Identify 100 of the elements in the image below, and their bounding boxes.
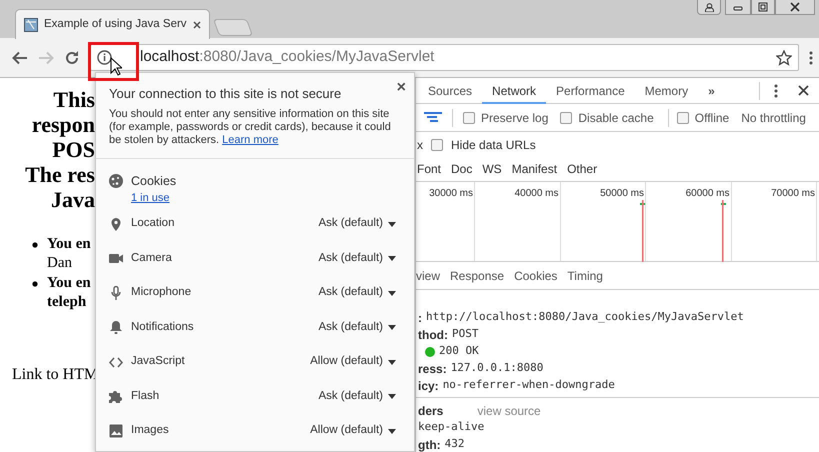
menu-icon[interactable] <box>809 50 813 64</box>
type-filter[interactable]: Other <box>567 160 598 178</box>
page-icon <box>24 18 38 32</box>
permission-dropdown[interactable]: Ask (default) <box>318 388 396 406</box>
back-icon[interactable] <box>12 50 28 64</box>
heading-text: Java <box>50 187 95 212</box>
cookies-link[interactable]: 1 in use <box>131 190 176 207</box>
highlight-frame <box>88 42 139 81</box>
maximize-icon <box>758 2 768 12</box>
permission-dropdown[interactable]: Ask (default) <box>318 318 396 336</box>
type-filter[interactable]: Font <box>417 160 442 178</box>
caret-icon <box>388 428 396 434</box>
checkbox-label: Offline <box>694 110 730 126</box>
checkbox-label: Preserve log <box>481 110 548 126</box>
header-name: : <box>418 310 422 326</box>
microphone-icon <box>109 286 123 300</box>
cookie-icon <box>109 174 123 188</box>
maximize-button[interactable] <box>751 0 775 15</box>
checkbox[interactable] <box>560 112 572 124</box>
code-icon <box>109 354 123 370</box>
close-button[interactable] <box>775 0 815 15</box>
caret-icon <box>388 360 396 364</box>
person-icon <box>704 2 714 12</box>
caret-icon <box>388 394 396 399</box>
type-filter[interactable]: Doc <box>451 160 472 178</box>
tick-label: 50000 ms <box>600 188 644 199</box>
header-name: thod: <box>418 326 448 344</box>
permission-label: Camera <box>131 250 173 266</box>
browser-tab[interactable]: Example of using Java Serv <box>15 9 210 39</box>
header-name: ress: <box>418 360 447 378</box>
tick-label: 60000 ms <box>686 188 730 199</box>
caret-icon <box>388 325 396 330</box>
reload-icon[interactable] <box>64 50 80 66</box>
header-value: 432 <box>444 436 465 452</box>
close-icon[interactable] <box>193 20 201 28</box>
minimize-button[interactable] <box>725 0 751 15</box>
permission-dropdown[interactable]: Ask (default) <box>318 215 396 233</box>
devtools-tab[interactable]: Sources <box>418 78 482 104</box>
close-icon <box>790 2 800 12</box>
permission-label: JavaScript <box>131 354 186 370</box>
heading-text: The res <box>24 162 95 187</box>
checkbox[interactable] <box>676 112 689 124</box>
bullet-icon <box>32 242 38 248</box>
permission-label: Images <box>131 423 170 438</box>
filter-icon[interactable] <box>424 112 442 124</box>
permission-dropdown[interactable]: Allow (default) <box>310 422 396 440</box>
details-tab[interactable]: Cookies <box>514 266 558 284</box>
learn-more-link[interactable]: Learn more <box>222 134 278 146</box>
list-text: teleph <box>47 293 86 312</box>
devtools-tab[interactable]: Performance <box>546 78 635 104</box>
permission-dropdown[interactable]: Ask (default) <box>318 250 396 268</box>
permission-dropdown[interactable]: Ask (default) <box>318 284 396 302</box>
checkbox-label: Hide data URLs <box>451 136 536 154</box>
close-button[interactable]: × <box>396 81 406 95</box>
image-icon <box>109 424 123 438</box>
view-source-link[interactable]: view source <box>477 402 541 420</box>
bell-icon <box>109 320 123 335</box>
details-tab[interactable]: Response <box>450 266 504 284</box>
caret-icon <box>388 256 396 261</box>
heading-text: POS <box>51 137 95 162</box>
devtools-tab[interactable]: Network <box>482 78 546 104</box>
bookmark-star-icon[interactable] <box>776 50 792 66</box>
checkbox[interactable] <box>431 138 443 150</box>
more-tabs-button[interactable]: » <box>698 78 725 104</box>
address-bar[interactable]: localhost:8080/Java_cookies/MyJavaServlet <box>90 44 799 71</box>
header-value: no-referrer-when-downgrade <box>442 377 615 394</box>
caret-icon <box>388 222 396 226</box>
popup-title: Your connection to this site is not secure <box>109 85 342 103</box>
type-filter[interactable]: Manifest <box>512 160 558 178</box>
devtools-tab[interactable]: Memory <box>634 78 698 104</box>
checkbox-label: Disable cache <box>578 110 654 126</box>
details-tab[interactable]: Timing <box>567 266 603 284</box>
tick-label: 70000 ms <box>771 188 815 199</box>
location-pin-icon <box>109 216 123 232</box>
caret-icon <box>388 290 396 296</box>
permission-label: Cookies <box>131 172 176 190</box>
section-title: ders <box>418 402 444 420</box>
close-icon[interactable] <box>798 85 809 96</box>
list-text: You en <box>47 274 91 293</box>
tick-label: 40000 ms <box>514 188 558 199</box>
permission-label: Location <box>131 216 176 232</box>
permission-label: Notifications <box>131 320 195 335</box>
tab-title: Example of using Java Serv <box>44 16 187 32</box>
permission-dropdown[interactable]: Allow (default) <box>310 353 396 371</box>
url-text: localhost:8080/Java_cookies/MyJavaServlet <box>140 47 436 68</box>
menu-icon[interactable] <box>774 84 778 98</box>
permission-label: Flash <box>131 388 160 404</box>
details-tab[interactable]: view <box>416 266 440 284</box>
camera-icon <box>109 251 123 266</box>
heading-text: respon <box>30 112 95 137</box>
bullet-icon <box>32 281 38 287</box>
info-icon[interactable] <box>97 50 112 65</box>
profile-button[interactable] <box>697 0 721 15</box>
throttling-dropdown[interactable]: No throttling <box>741 108 806 126</box>
header-value: 127.0.0.1:8080 <box>450 360 544 376</box>
type-filter[interactable]: WS <box>482 160 502 178</box>
header-value: http://localhost:8080/Java_cookies/MyJavaServlet <box>426 309 744 326</box>
checkbox[interactable] <box>463 112 475 124</box>
header-value: keep-alive <box>418 419 484 436</box>
permission-label: Microphone <box>131 285 192 300</box>
